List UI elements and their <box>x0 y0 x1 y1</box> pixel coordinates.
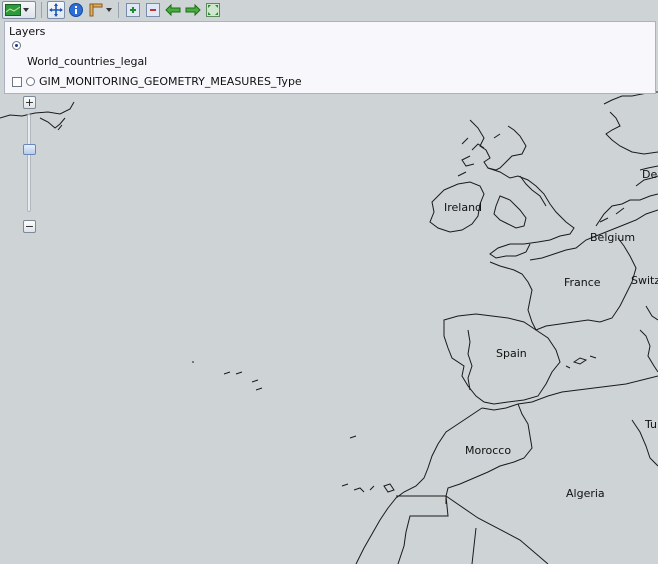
overlay-layer-row: GIM_MONITORING_GEOMETRY_MEASURES_Type <box>12 75 302 88</box>
zoom-in-button[interactable]: + <box>23 96 36 109</box>
layer-switcher-dropdown[interactable] <box>2 1 36 19</box>
chevron-down-icon <box>105 8 112 12</box>
map-toolbar <box>0 0 222 20</box>
label-ireland: Ireland <box>444 201 483 214</box>
back-arrow-icon <box>165 4 181 16</box>
label-germany: De <box>642 168 658 181</box>
zoom-out-box-button[interactable] <box>144 1 162 19</box>
zoom-in-icon <box>126 3 140 17</box>
full-extent-icon <box>206 3 220 17</box>
overlay-layer-label[interactable]: GIM_MONITORING_GEOMETRY_MEASURES_Type <box>39 75 302 88</box>
layer-map-icon <box>5 4 21 16</box>
label-morocco: Morocco <box>465 444 512 457</box>
history-forward-button[interactable] <box>184 1 202 19</box>
info-button[interactable] <box>67 1 85 19</box>
measure-icon <box>89 3 102 17</box>
overlay-layer-checkbox[interactable] <box>12 76 22 87</box>
pan-icon <box>49 3 63 17</box>
zoom-extent-button[interactable] <box>204 1 222 19</box>
zoom-slider-track[interactable] <box>27 114 31 212</box>
label-tunisia: Tu <box>645 418 658 431</box>
toolbar-separator <box>41 2 42 18</box>
measure-button[interactable] <box>87 1 113 19</box>
info-icon <box>69 3 83 17</box>
zoom-slider-thumb[interactable] <box>23 144 36 156</box>
zoom-in-box-button[interactable] <box>124 1 142 19</box>
label-belgium: Belgium <box>590 231 636 244</box>
label-algeria: Algeria <box>566 487 605 500</box>
label-switzerland: Switz <box>631 274 658 287</box>
label-spain: Spain <box>496 347 527 360</box>
zoom-out-icon <box>146 3 160 17</box>
overlay-layer-radio[interactable] <box>26 77 35 86</box>
layers-panel: Layers World_countries_legal GIM_MONITOR… <box>4 21 656 94</box>
pan-button[interactable] <box>47 1 65 19</box>
zoom-out-button[interactable]: − <box>23 220 36 233</box>
base-layer-radio[interactable] <box>12 41 21 50</box>
history-back-button[interactable] <box>164 1 182 19</box>
label-france: France <box>564 276 601 289</box>
toolbar-separator <box>118 2 119 18</box>
forward-arrow-icon <box>185 4 201 16</box>
layers-title: Layers <box>9 25 46 38</box>
base-layer-label[interactable]: World_countries_legal <box>27 55 147 68</box>
chevron-down-icon <box>23 8 29 12</box>
zoom-control: + − <box>23 96 37 236</box>
